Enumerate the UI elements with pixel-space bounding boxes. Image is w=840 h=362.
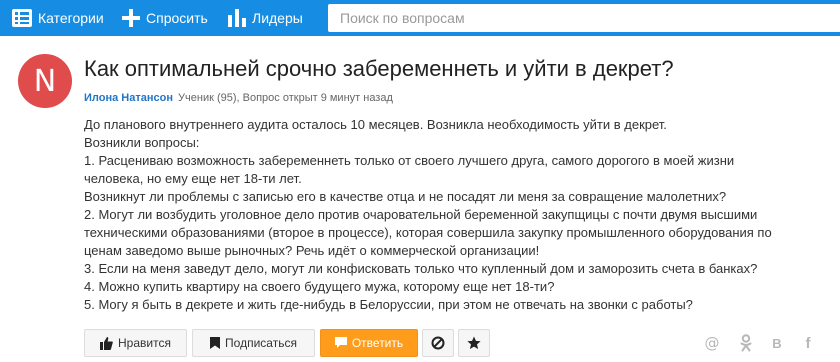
odnoklassniki-icon: [740, 334, 752, 352]
subscribe-button[interactable]: Подписаться: [192, 329, 315, 357]
avatar-letter: N: [33, 63, 57, 99]
body-line: Возникли вопросы:: [84, 135, 200, 150]
nav-leaders[interactable]: Лидеры: [228, 0, 303, 36]
share-facebook-icon[interactable]: f: [799, 334, 817, 352]
body-line: техническими образованиями (второе в про…: [84, 225, 772, 240]
share-mail-icon[interactable]: @: [703, 334, 721, 352]
subscribe-button-label: Подписаться: [225, 336, 297, 350]
speech-bubble-icon: [334, 337, 347, 348]
bar-chart-icon: [228, 9, 246, 27]
bookmark-icon: [210, 337, 221, 349]
nav-leaders-label: Лидеры: [252, 10, 303, 26]
share-ok-icon[interactable]: [737, 334, 755, 352]
body-line: 5. Могу я быть в декрете и жить где-нибу…: [84, 297, 693, 312]
question-body: До планового внутреннего аудита осталось…: [84, 116, 814, 314]
answer-button[interactable]: Ответить: [320, 329, 418, 357]
question-meta: Илона Натансон Ученик (95), Вопрос откры…: [84, 92, 393, 104]
nav-categories[interactable]: Категории: [12, 0, 104, 36]
search-input[interactable]: [328, 4, 840, 32]
body-line: 3. Если на меня заведут дело, могут ли к…: [84, 261, 758, 276]
body-line: 1. Расцениваю возможность забеременнеть …: [84, 153, 735, 168]
body-line: ценам заведомо выше рыночных? Речь идёт …: [84, 243, 540, 258]
report-button[interactable]: [422, 329, 454, 357]
block-icon: [431, 336, 445, 350]
search-box: [328, 4, 840, 32]
nav-categories-label: Категории: [38, 10, 104, 26]
body-line: До планового внутреннего аудита осталось…: [84, 117, 667, 132]
top-navigation-bar: Категории Спросить Лидеры: [0, 0, 840, 36]
nav-ask-label: Спросить: [146, 10, 208, 26]
star-icon: [467, 336, 481, 349]
answer-button-label: Ответить: [351, 336, 404, 350]
nav-ask[interactable]: Спросить: [122, 0, 208, 36]
question-title: Как оптимальней срочно забеременнеть и у…: [84, 56, 674, 81]
question-meta-text: Ученик (95), Вопрос открыт 9 минут назад: [178, 92, 393, 104]
plus-icon: [122, 9, 140, 27]
share-vk-icon[interactable]: В: [768, 334, 786, 352]
favorite-button[interactable]: [458, 329, 490, 357]
like-button-label: Нравится: [118, 336, 171, 350]
body-line: 2. Могут ли возбудить уголовное дело про…: [84, 207, 758, 222]
avatar[interactable]: N: [18, 54, 72, 108]
thumbs-up-icon: [100, 336, 113, 350]
like-button[interactable]: Нравится: [84, 329, 187, 357]
list-icon: [12, 9, 32, 27]
body-line: человека, но ему еще нет 18-ти лет.: [84, 171, 302, 186]
body-line: Возникнут ли проблемы с записью его в ка…: [84, 189, 727, 204]
body-line: 4. Можно купить квартиру на своего будущ…: [84, 279, 555, 294]
author-link[interactable]: Илона Натансон: [84, 92, 173, 104]
